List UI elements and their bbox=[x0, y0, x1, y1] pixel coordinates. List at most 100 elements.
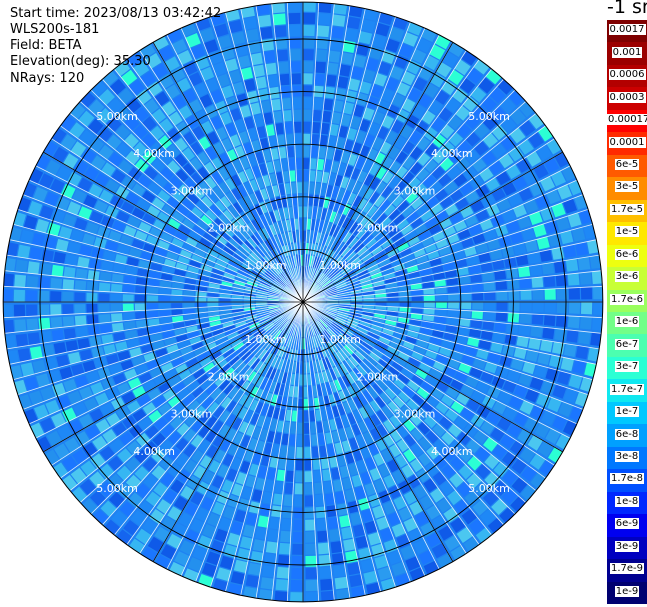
range-gate bbox=[74, 315, 87, 326]
range-gate bbox=[50, 291, 62, 302]
range-gate bbox=[566, 329, 579, 343]
colorbar-tick-label: 6e-9 bbox=[614, 518, 640, 530]
range-gate bbox=[269, 517, 281, 530]
range-label: 3.00km bbox=[394, 184, 436, 197]
range-gate bbox=[303, 109, 312, 121]
range-gate bbox=[295, 459, 303, 471]
range-gate bbox=[288, 446, 296, 458]
range-gate bbox=[147, 287, 159, 295]
range-gate bbox=[303, 206, 308, 218]
range-label: 4.00km bbox=[431, 445, 473, 458]
range-gate bbox=[62, 291, 74, 302]
range-gate bbox=[317, 13, 331, 25]
range-gate bbox=[267, 529, 279, 542]
range-gate bbox=[274, 25, 287, 38]
range-gate bbox=[310, 158, 317, 170]
range-label: 2.00km bbox=[208, 222, 250, 235]
range-gate bbox=[287, 458, 295, 470]
range-gate bbox=[50, 316, 63, 329]
range-gate bbox=[282, 506, 293, 519]
range-gate bbox=[303, 194, 308, 206]
range-gate bbox=[303, 230, 307, 242]
colorbar-tick-label: 3e-9 bbox=[614, 540, 640, 552]
range-gate bbox=[26, 275, 39, 289]
range-gate bbox=[62, 304, 74, 315]
range-gate bbox=[13, 304, 26, 318]
range-gate bbox=[279, 73, 290, 86]
range-gate bbox=[333, 564, 347, 578]
range-gate bbox=[580, 316, 592, 330]
range-gate bbox=[171, 289, 183, 296]
range-gate bbox=[577, 256, 591, 271]
range-label: 4.00km bbox=[133, 445, 175, 458]
range-gate bbox=[313, 85, 324, 98]
range-gate bbox=[110, 303, 122, 313]
range-gate bbox=[578, 331, 591, 345]
range-gate bbox=[303, 85, 313, 97]
range-gate bbox=[285, 470, 295, 482]
range-gate bbox=[62, 279, 75, 290]
range-gate bbox=[346, 16, 361, 30]
range-gate bbox=[280, 530, 291, 543]
range-gate bbox=[265, 541, 278, 554]
range-gate bbox=[565, 258, 579, 272]
range-gate bbox=[593, 286, 603, 300]
range-gate bbox=[15, 259, 28, 273]
range-gate bbox=[304, 495, 314, 507]
range-gate bbox=[304, 447, 312, 459]
range-gate bbox=[519, 313, 532, 324]
range-gate bbox=[290, 580, 303, 592]
range-gate bbox=[330, 26, 344, 39]
range-gate bbox=[274, 481, 284, 494]
range-gate bbox=[159, 295, 170, 302]
range-gate bbox=[579, 271, 592, 285]
range-gate bbox=[183, 296, 195, 302]
range-gate bbox=[543, 275, 556, 288]
colorbar-tick-label: 3e-7 bbox=[614, 361, 640, 373]
range-gate bbox=[292, 97, 302, 109]
range-gate bbox=[298, 398, 303, 410]
colorbar-tick-label: 6e-6 bbox=[614, 248, 640, 260]
range-gate bbox=[540, 339, 553, 353]
colorbar-tick-label: 1e-5 bbox=[614, 226, 640, 238]
range-gate bbox=[98, 303, 110, 313]
range-gate bbox=[27, 332, 41, 346]
range-gate bbox=[98, 282, 111, 292]
range-gate bbox=[171, 296, 183, 302]
range-gate bbox=[289, 49, 301, 61]
colorbar-tick-label: 1.7e-9 bbox=[609, 563, 645, 575]
range-gate bbox=[26, 318, 39, 331]
range-gate bbox=[53, 251, 66, 265]
range-gate bbox=[294, 483, 303, 495]
range-gate bbox=[25, 290, 38, 302]
range-gate bbox=[518, 324, 531, 336]
range-gate bbox=[320, 590, 335, 602]
range-gate bbox=[387, 302, 399, 307]
colorbar-tick-label: 0.0003 bbox=[608, 91, 646, 103]
range-gate bbox=[591, 270, 603, 285]
range-gate bbox=[581, 302, 593, 315]
range-gate bbox=[303, 49, 314, 61]
range-gate bbox=[484, 302, 496, 311]
range-gate bbox=[344, 28, 358, 42]
range-gate bbox=[313, 97, 323, 110]
range-gate bbox=[472, 292, 484, 301]
range-gate bbox=[271, 2, 286, 14]
range-gate bbox=[26, 304, 38, 317]
range-gate bbox=[519, 278, 532, 289]
range-gate bbox=[316, 518, 327, 531]
range-gate bbox=[27, 261, 40, 275]
range-gate bbox=[320, 578, 334, 591]
range-gate bbox=[580, 286, 593, 300]
range-gate bbox=[303, 2, 316, 12]
range-gate bbox=[304, 507, 315, 519]
range-gate bbox=[304, 483, 314, 495]
range-gate bbox=[290, 422, 297, 434]
range-gate bbox=[293, 121, 302, 133]
range-gate bbox=[98, 293, 110, 302]
range-gate bbox=[252, 539, 266, 552]
range-gate bbox=[296, 435, 303, 446]
ppi-plot: 1.00km 2.00km 3.00km 4.00km 5.00km 1.00km 2.00… bbox=[2, 1, 604, 603]
range-label: 3.00km bbox=[171, 408, 213, 421]
range-gate bbox=[146, 295, 158, 302]
